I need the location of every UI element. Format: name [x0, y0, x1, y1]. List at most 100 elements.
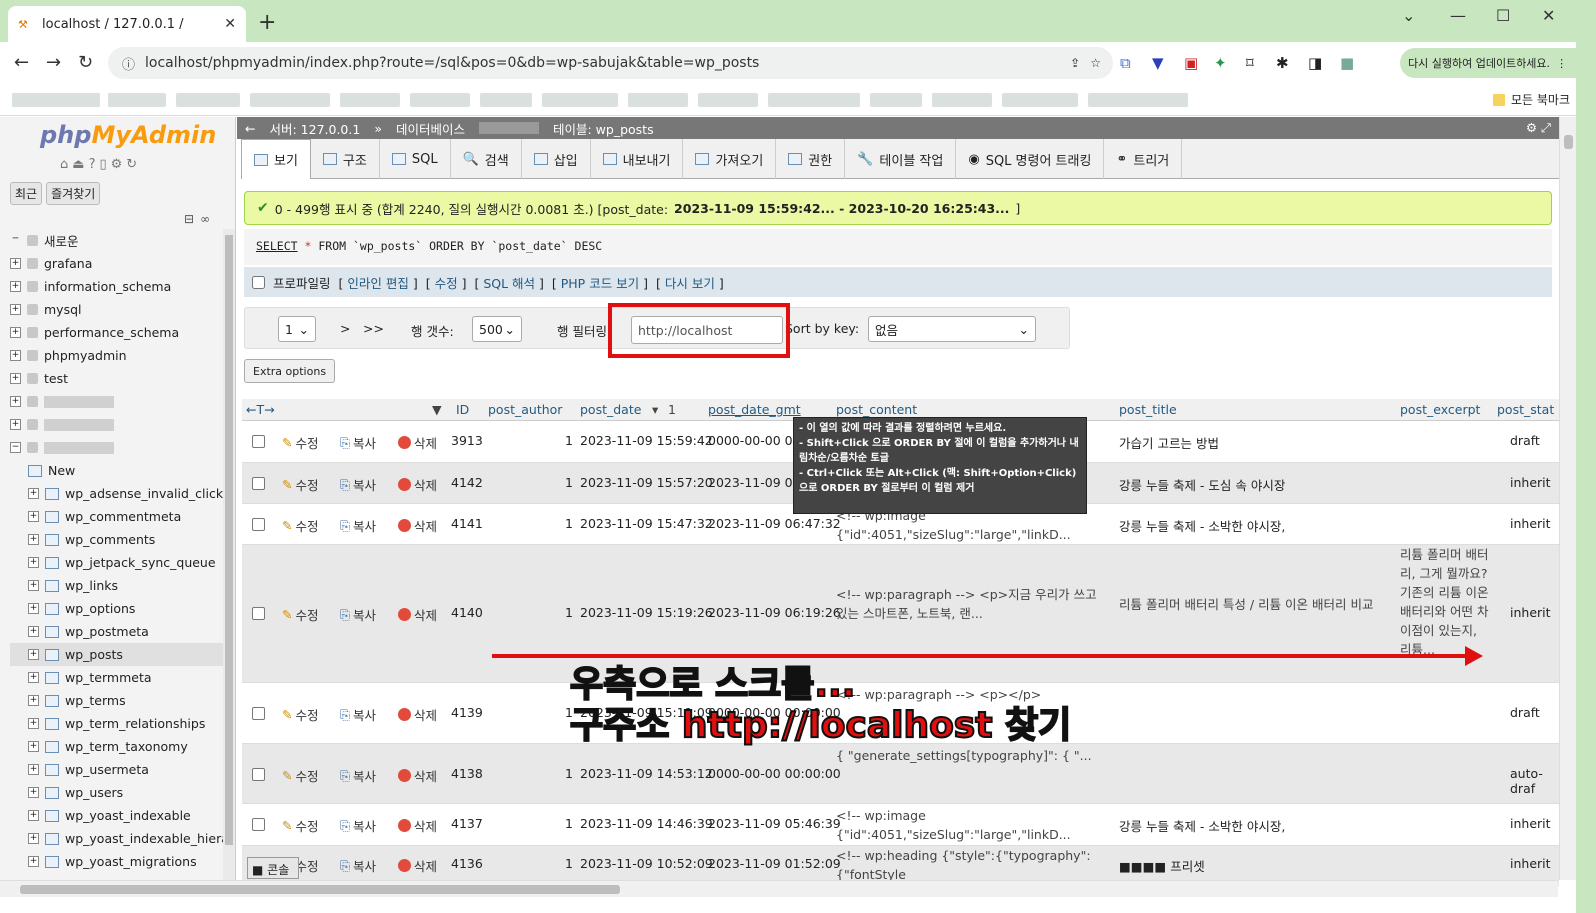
breadcrumb-table[interactable]: 테이블: wp_posts [553, 119, 654, 138]
reload-icon[interactable]: ↻ [78, 52, 93, 73]
tree-item-table[interactable]: + wp_jetpack_sync_queue [10, 551, 225, 574]
tab-browse[interactable]: 보기 [241, 139, 311, 179]
delete-button[interactable]: 삭제 [398, 766, 437, 785]
copy-button[interactable]: ⎘ 복사 [340, 705, 376, 724]
copy-button[interactable]: ⎘ 복사 [340, 856, 376, 875]
sort-select[interactable]: 없음 ⌄ [868, 316, 1036, 342]
edit-button[interactable]: ✎수정 [282, 816, 319, 835]
expand-icon[interactable]: + [28, 833, 39, 844]
row-checkbox[interactable] [252, 607, 265, 620]
copy-button[interactable]: ⎘ 복사 [340, 605, 376, 624]
collapse-icon[interactable]: − [10, 442, 21, 453]
tree-item-table[interactable]: + wp_term_relationships [10, 712, 225, 735]
edit-link[interactable]: 수정 [435, 276, 458, 291]
col-post-status[interactable]: post_stat [1497, 402, 1554, 417]
page-settings-gear-icon[interactable]: ⚙ ⤢ [1526, 120, 1551, 136]
download-extension-icon[interactable]: ▼ [1152, 54, 1164, 72]
tab-import[interactable]: 가져오기 [683, 139, 777, 179]
tab-export[interactable]: 내보내기 [591, 139, 684, 179]
expand-icon[interactable]: + [28, 580, 39, 591]
tree-item-db[interactable]: + test [10, 367, 225, 390]
bookmark-star-icon[interactable]: ☆ [1090, 56, 1101, 70]
tab-structure[interactable]: 구조 [311, 139, 380, 179]
console-button[interactable]: ■ 콘솔 [247, 857, 299, 879]
breadcrumb-server[interactable]: 서버: 127.0.0.1 [269, 119, 360, 138]
edit-button[interactable]: ✎수정 [282, 516, 319, 535]
bookmark-item[interactable] [108, 93, 166, 107]
maximize-icon[interactable]: ☐ [1496, 6, 1510, 25]
expand-icon[interactable]: + [28, 649, 39, 660]
bookmark-item[interactable] [542, 93, 618, 107]
bookmark-item[interactable] [870, 93, 922, 107]
row-checkbox[interactable] [252, 477, 265, 490]
tree-item-table[interactable]: + wp_commentmeta [10, 505, 225, 528]
expand-icon[interactable]: + [28, 488, 39, 499]
puzzle-extensions-icon[interactable]: ✱ [1276, 54, 1289, 72]
tree-item-table[interactable]: + wp_postmeta [10, 620, 225, 643]
edit-button[interactable]: ✎수정 [282, 705, 319, 724]
new-tab-icon[interactable]: + [258, 10, 276, 35]
bookmark-item[interactable] [1002, 93, 1078, 107]
expand-icon[interactable]: + [10, 327, 21, 338]
tree-item-table[interactable]: + wp_comments [10, 528, 225, 551]
tree-item-db-hidden[interactable]: + [10, 390, 225, 413]
tab-close-icon[interactable]: ✕ [224, 16, 236, 32]
col-id[interactable]: ID [456, 402, 469, 417]
home-icon[interactable]: ⌂ [60, 157, 68, 172]
tab-favorites[interactable]: 즐겨찾기 [46, 182, 101, 205]
expand-icon[interactable]: + [28, 672, 39, 683]
nav-scrollbar[interactable] [223, 229, 235, 895]
expand-icon[interactable]: + [28, 741, 39, 752]
next-page-button[interactable]: > [340, 321, 350, 336]
tree-item-table[interactable]: + wp_options [10, 597, 225, 620]
col-post-excerpt[interactable]: post_excerpt [1400, 402, 1480, 417]
tree-item-db[interactable]: + performance_schema [10, 321, 225, 344]
site-info-icon[interactable]: ⓘ [122, 54, 135, 73]
row-checkbox[interactable] [252, 435, 265, 448]
copy-button[interactable]: ⎘ 복사 [340, 433, 376, 452]
all-bookmarks[interactable]: 모든 북마크 [1493, 91, 1570, 108]
bookmark-item[interactable] [176, 93, 240, 107]
col-post-title[interactable]: post_title [1119, 402, 1177, 417]
col-post-author[interactable]: post_author [488, 402, 562, 417]
bookmark-item[interactable] [250, 93, 330, 107]
reading-list-icon[interactable]: ⌑ [1246, 54, 1254, 72]
tab-insert[interactable]: 삽입 [522, 139, 591, 179]
edit-button[interactable]: ✎수정 [282, 433, 319, 452]
refresh-icon[interactable]: ↻ [126, 157, 137, 172]
bookmark-item[interactable] [340, 93, 400, 107]
minimize-icon[interactable]: — [1450, 6, 1466, 25]
copy-button[interactable]: ⎘ 복사 [340, 516, 376, 535]
edit-button[interactable]: ✎수정 [282, 605, 319, 624]
tree-item-db[interactable]: + mysql [10, 298, 225, 321]
delete-button[interactable]: 삭제 [398, 705, 437, 724]
expand-icon[interactable]: + [28, 695, 39, 706]
tab-privileges[interactable]: 권한 [776, 139, 846, 179]
pma-logo[interactable]: phpMyAdmin [40, 121, 216, 149]
delete-button[interactable]: 삭제 [398, 433, 437, 452]
extension-icon[interactable]: ✦ [1214, 54, 1227, 72]
tree-item-db[interactable]: + phpmyadmin [10, 344, 225, 367]
expand-icon[interactable]: + [28, 810, 39, 821]
extra-options-button[interactable]: Extra options [244, 359, 336, 383]
expand-icon[interactable]: + [28, 626, 39, 637]
tree-item-db-hidden[interactable]: + [10, 413, 225, 436]
expand-icon[interactable]: + [10, 281, 21, 292]
edit-button[interactable]: ✎수정 [282, 475, 319, 494]
copy-button[interactable]: ⎘ 복사 [340, 816, 376, 835]
main-vertical-scrollbar[interactable] [1559, 117, 1576, 880]
menu-kebab-icon[interactable]: ⋮ [1556, 57, 1567, 70]
edit-button[interactable]: ✎수정 [282, 766, 319, 785]
tree-item-table[interactable]: + wp_yoast_migrations [10, 850, 225, 873]
tree-item-db[interactable]: + information_schema [10, 275, 225, 298]
tree-item-table[interactable]: + wp_users [10, 781, 225, 804]
last-page-button[interactable]: >> [363, 321, 384, 336]
copy-button[interactable]: ⎘ 복사 [340, 766, 376, 785]
tree-item-table[interactable]: + wp_terms [10, 689, 225, 712]
breadcrumb-database[interactable]: 데이터베이스 [396, 119, 465, 138]
delete-button[interactable]: 삭제 [398, 475, 437, 494]
bookmark-item[interactable] [628, 93, 688, 107]
bookmark-item[interactable] [1088, 93, 1188, 107]
profile-avatar-icon[interactable]: ■ [1340, 54, 1354, 72]
back-icon[interactable]: ← [14, 52, 29, 73]
